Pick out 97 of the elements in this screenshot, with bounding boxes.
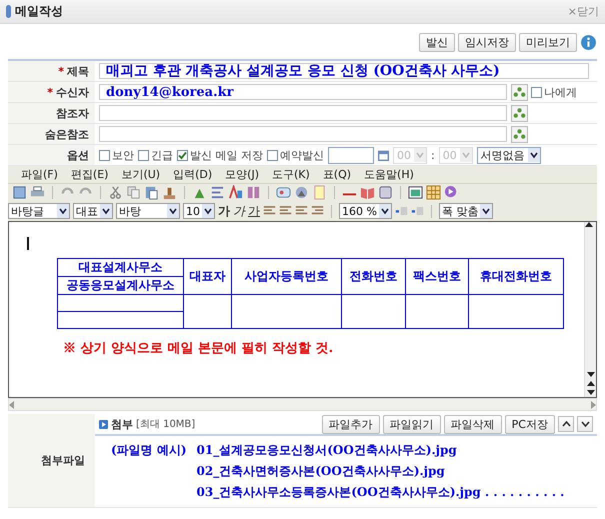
note-icon[interactable] (312, 185, 327, 200)
horizontal-scrollbar[interactable] (8, 398, 597, 411)
attachment-button[interactable]: 파일읽기 (382, 414, 441, 434)
field-label: 수신자 (56, 84, 89, 100)
left-arrow-icon[interactable] (9, 400, 14, 408)
attachment-button[interactable]: 파일추가 (322, 414, 380, 434)
attachment-button[interactable]: PC저장 (504, 414, 555, 434)
chevron-down-icon[interactable] (580, 421, 590, 427)
underline-button[interactable]: 가 (248, 202, 260, 220)
file-name: 03_건축사사무소등록증사본(OO건축사사무소).jpg . . . . . . . . . . (196, 484, 566, 501)
table-cell (405, 294, 469, 328)
address-field[interactable] (99, 126, 507, 142)
table-cell: 사업자등록번호 (231, 258, 342, 294)
indent-icon[interactable] (394, 204, 408, 218)
copy-icon[interactable] (126, 185, 141, 200)
action-button[interactable]: 발신 (419, 33, 455, 52)
menu-item[interactable]: 도움말(H) (364, 167, 414, 182)
file-name: 02_건축사면허증사본(OO건축사사무소).jpg (196, 463, 446, 480)
field-label: 제목 (67, 64, 89, 78)
window-title: 메일작성 (15, 3, 63, 20)
move-down-button[interactable] (577, 416, 593, 432)
checkbox-label: 긴급 (151, 148, 173, 162)
move-up-button[interactable] (558, 416, 574, 432)
bold-button[interactable]: 가 (218, 202, 230, 220)
signature-select[interactable]: 서명없음 (476, 146, 541, 164)
up-arrow-icon[interactable] (585, 222, 593, 227)
picture-frame-icon[interactable] (408, 185, 423, 200)
table-cell: 팩스번호 (405, 258, 469, 294)
address-book-icon[interactable] (511, 104, 528, 122)
outdent-icon[interactable] (410, 204, 424, 218)
media-icon[interactable] (444, 185, 459, 200)
required-mark: * (58, 64, 64, 78)
table-cell (342, 294, 406, 328)
up-arrow-icon[interactable] (586, 381, 594, 386)
field-label: 참조자 (56, 106, 89, 120)
checkbox-label: 발신 메일 저장 (190, 148, 263, 162)
checkbox[interactable] (177, 150, 188, 160)
menu-item[interactable]: 편집(E) (70, 167, 108, 182)
size-limit: [최대 10MB] (136, 418, 196, 431)
address-book-icon[interactable] (511, 84, 528, 100)
table-cell: 휴대전화번호 (468, 258, 564, 294)
table-cell: 공동응모설계사무소 (58, 276, 184, 294)
checkbox[interactable] (99, 150, 110, 160)
action-button[interactable]: 미리보기 (519, 33, 577, 52)
attachment-button[interactable]: 파일삭제 (444, 414, 502, 434)
table-cell: 전화번호 (342, 258, 406, 294)
size-select[interactable]: 10 (183, 203, 215, 219)
field-label: 숨은참조 (45, 126, 89, 142)
table-cell: 대표설계사무소 (58, 258, 184, 276)
checkbox[interactable] (531, 86, 542, 98)
menu-item[interactable]: 표(Q) (322, 167, 352, 182)
checkbox-label: 보안 (112, 148, 134, 162)
vertical-scrollbar[interactable] (584, 222, 596, 397)
table-cell (184, 294, 232, 328)
pill-icon (6, 5, 11, 18)
help-icon[interactable] (580, 34, 597, 51)
field-label: 옵션 (67, 148, 89, 162)
font-select[interactable]: 바탕 (116, 203, 180, 219)
table-cell: 대표자 (184, 258, 232, 294)
right-arrow-icon[interactable] (591, 400, 596, 408)
style-select[interactable]: 바탕글 (8, 203, 70, 219)
time-separator: : (431, 148, 435, 162)
menu-item[interactable]: 보기(U) (121, 167, 160, 182)
date-field[interactable] (328, 146, 374, 164)
menu-item[interactable]: 모양(J) (225, 167, 259, 182)
notice-text: ※ 상기 양식으로 메일 본문에 필히 작성할 것. (63, 340, 334, 357)
action-button[interactable]: 임시저장 (458, 33, 516, 52)
file-name: 01_설계공모응모신청서(OO건축사사무소).jpg (196, 442, 458, 459)
calendar-icon[interactable] (378, 148, 389, 162)
address-field[interactable] (99, 105, 507, 121)
italic-button[interactable]: 가 (233, 202, 245, 220)
checkbox[interactable] (267, 150, 278, 160)
required-mark: * (47, 86, 53, 98)
checkbox[interactable] (138, 150, 149, 160)
example-label: (파일명 예시) (111, 442, 187, 459)
language-select[interactable]: 대표 (73, 203, 113, 219)
checkbox-label: 나에게 (544, 84, 577, 100)
down-arrow-icon[interactable] (586, 390, 594, 395)
chevron-up-icon[interactable] (562, 421, 570, 427)
down-arrow-icon[interactable] (586, 372, 594, 377)
zoom-select[interactable]: 160 % (339, 203, 392, 219)
menu-item[interactable]: 입력(D) (173, 167, 212, 182)
address-field[interactable]: dony14@korea.kr (99, 84, 507, 100)
text-cursor (27, 237, 29, 250)
image-icon[interactable] (276, 185, 291, 200)
fit-select[interactable]: 폭 맞춤 (438, 203, 494, 219)
bullet-icon (99, 420, 108, 428)
menu-item[interactable]: 파일(F) (21, 167, 58, 182)
stamp-icon[interactable] (162, 185, 177, 200)
address-book-icon[interactable] (511, 126, 528, 142)
menu-item[interactable]: 도구(K) (272, 167, 310, 182)
paste-icon[interactable] (144, 185, 159, 200)
checkbox-label: 예약발신 (280, 148, 324, 162)
subject-field[interactable]: 매괴고 후관 개축공사 설계공모 응모 신청 (OO건축사 사무소) (99, 63, 589, 79)
field-label: 첨부파일 (41, 453, 85, 468)
attachment-title: 첨부 (111, 416, 133, 432)
columns-icon[interactable] (246, 185, 261, 200)
